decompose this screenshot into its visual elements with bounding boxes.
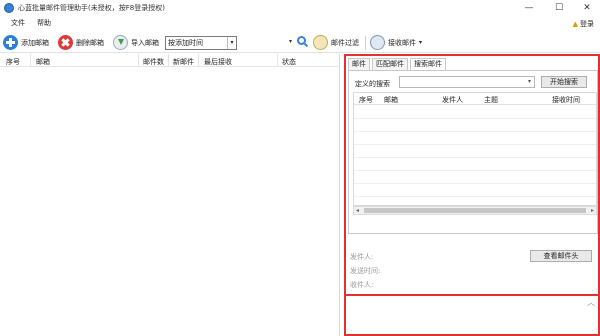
chevron-down-icon: ▾ — [527, 78, 531, 85]
scroll-left-icon[interactable]: ◂ — [356, 207, 359, 215]
delete-mailbox-label: 删除邮箱 — [76, 38, 104, 47]
column-divider — [138, 54, 139, 67]
scroll-up-icon[interactable]: ︿ — [587, 297, 595, 308]
menu-help[interactable]: 帮助 — [37, 18, 51, 28]
search-icon[interactable] — [297, 36, 306, 45]
column-divider — [198, 54, 199, 67]
scrollbar-thumb[interactable] — [364, 208, 586, 213]
send-time-label: 发送时间: — [350, 267, 381, 275]
row-divider — [354, 118, 596, 119]
plus-icon — [3, 35, 18, 50]
chevron-down-icon: ▾ — [419, 39, 423, 46]
tab-matched-mail[interactable]: 匹配邮件 — [372, 58, 408, 70]
column-header-mailbox[interactable]: 邮箱 — [36, 57, 50, 67]
filter-icon — [313, 35, 328, 50]
sort-select[interactable]: 按添加时间 ▾ — [165, 36, 237, 50]
horizontal-scrollbar[interactable]: ◂ ▸ — [353, 206, 597, 215]
column-header-last-received[interactable]: 最后接收 — [204, 57, 232, 67]
view-mail-header-button[interactable]: 查看邮件头 — [530, 250, 592, 262]
column-divider — [277, 54, 278, 67]
window-title: 心蓝批量邮件管理助手(未授权，按F8登录授权) — [18, 4, 165, 12]
mail-detail-panel: 邮件 匹配邮件 搜索邮件 定义的搜索 ▾ 开始搜索 序号 邮箱 发件人 主题 接… — [344, 54, 600, 336]
toolbar-divider — [365, 36, 366, 50]
menu-file[interactable]: 文件 — [11, 18, 25, 28]
column-header-mail-count[interactable]: 邮件数 — [143, 57, 164, 67]
mailbox-list: 序号 邮箱 邮件数 新邮件 最后接收 状态 — [0, 54, 340, 336]
delete-icon — [58, 35, 73, 50]
import-mailbox-button[interactable]: 导入邮箱 — [113, 34, 159, 51]
row-divider — [354, 157, 596, 158]
import-mailbox-label: 导入邮箱 — [131, 38, 159, 47]
column-divider — [30, 54, 31, 67]
menu-bar: 文件 帮助 — [0, 16, 600, 30]
title-bar: 心蓝批量邮件管理助手(未授权，按F8登录授权) — ☐ ✕ — [0, 0, 600, 16]
minimize-button[interactable]: — — [518, 0, 540, 16]
search-results-header: 序号 邮箱 发件人 主题 接收时间 — [354, 93, 596, 105]
column-header-subject[interactable]: 主题 — [484, 95, 498, 105]
login-label: 登录 — [580, 20, 594, 28]
dropdown-arrow-icon[interactable]: ▾ — [289, 38, 292, 45]
mail-header-details: 发件人: 发送时间: 收件人: 查看邮件头 — [348, 246, 598, 292]
delete-mailbox-button[interactable]: 删除邮箱 — [58, 34, 104, 51]
scroll-right-icon[interactable]: ▸ — [591, 207, 594, 215]
column-header-index[interactable]: 序号 — [359, 95, 373, 105]
custom-search-label: 定义的搜索 — [355, 80, 390, 88]
mail-filter-button[interactable]: 邮件过滤 — [313, 34, 359, 51]
mailbox-list-header: 序号 邮箱 邮件数 新邮件 最后接收 状态 — [0, 54, 340, 67]
sender-label: 发件人: — [350, 253, 374, 261]
row-divider — [354, 170, 596, 171]
column-header-sender[interactable]: 发件人 — [442, 95, 463, 105]
receive-mail-label: 接收邮件 — [388, 38, 416, 47]
column-header-mailbox[interactable]: 邮箱 — [384, 95, 398, 105]
column-divider — [168, 54, 169, 67]
add-mailbox-button[interactable]: 添加邮箱 — [3, 34, 49, 51]
close-button[interactable]: ✕ — [576, 0, 598, 16]
tab-mail[interactable]: 邮件 — [348, 58, 370, 70]
receive-mail-button[interactable]: 接收邮件 ▾ — [370, 34, 422, 51]
column-header-new-mail[interactable]: 新邮件 — [173, 57, 194, 67]
warning-icon: ▲ — [572, 20, 578, 28]
receive-icon — [370, 35, 385, 50]
mail-body-preview: ︿ — [346, 294, 598, 334]
mail-filter-label: 邮件过滤 — [331, 38, 359, 47]
chevron-down-icon: ▾ — [227, 37, 236, 49]
import-icon — [113, 35, 128, 50]
search-results-table: 序号 邮箱 发件人 主题 接收时间 — [353, 92, 597, 206]
app-logo-icon — [4, 3, 14, 13]
column-header-received-time[interactable]: 接收时间 — [552, 95, 580, 105]
column-header-index[interactable]: 序号 — [6, 57, 20, 67]
row-divider — [354, 183, 596, 184]
login-link[interactable]: ▲ 登录 — [573, 19, 594, 29]
add-mailbox-label: 添加邮箱 — [21, 38, 49, 47]
mail-tabs: 邮件 匹配邮件 搜索邮件 — [346, 58, 598, 71]
row-divider — [354, 131, 596, 132]
row-divider — [354, 144, 596, 145]
row-divider — [354, 196, 596, 197]
maximize-button[interactable]: ☐ — [548, 0, 570, 16]
recipient-label: 收件人: — [350, 281, 374, 289]
column-header-status[interactable]: 状态 — [282, 57, 296, 67]
sort-select-value: 按添加时间 — [168, 39, 203, 47]
custom-search-select[interactable]: ▾ — [399, 76, 535, 88]
search-tab-content: 定义的搜索 ▾ 开始搜索 序号 邮箱 发件人 主题 接收时间 ◂ ▸ — [348, 70, 598, 234]
start-search-button[interactable]: 开始搜索 — [541, 76, 587, 88]
